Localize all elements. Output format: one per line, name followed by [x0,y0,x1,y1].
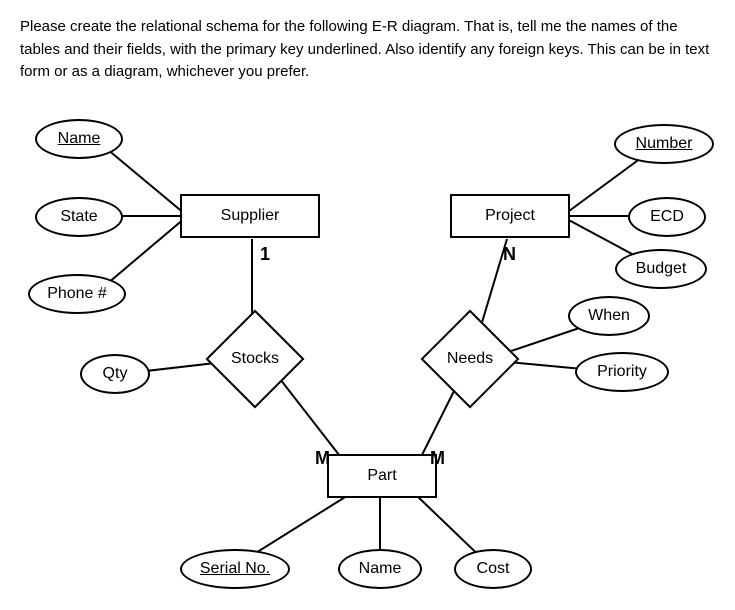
attr-supplier-phone-label: Phone # [47,285,107,303]
entity-part-label: Part [367,467,396,485]
attr-needs-priority-label: Priority [597,363,647,381]
attr-project-number: Number [614,124,714,164]
attr-supplier-name-label: Name [58,130,101,148]
attr-project-ecd: ECD [628,197,706,237]
attr-supplier-name: Name [35,119,123,159]
entity-project-label: Project [485,207,535,225]
attr-needs-priority: Priority [575,352,669,392]
entity-part: Part [327,454,437,498]
attr-supplier-state-label: State [60,208,97,226]
attr-stocks-qty-label: Qty [103,365,128,383]
relationship-needs-label: Needs [435,324,505,394]
attr-stocks-qty: Qty [80,354,150,394]
attr-part-cost-label: Cost [477,560,510,578]
attr-project-budget-label: Budget [636,260,687,278]
attr-needs-when-label: When [588,307,630,325]
attr-project-ecd-label: ECD [650,208,684,226]
instruction-text: Please create the relational schema for … [20,16,715,84]
cardinality-needs-project: N [503,244,516,265]
entity-project: Project [450,194,570,238]
entity-supplier-label: Supplier [221,207,280,225]
attr-part-name: Name [338,549,422,589]
er-diagram: Supplier Project Part Name State Phone #… [20,94,715,594]
attr-supplier-phone: Phone # [28,274,126,314]
attr-part-name-label: Name [359,560,402,578]
cardinality-needs-part: M [430,448,445,469]
relationship-stocks-label: Stocks [220,324,290,394]
cardinality-stocks-part: M [315,448,330,469]
edge-layer [20,94,715,594]
relationship-stocks: Stocks [220,324,290,394]
entity-supplier: Supplier [180,194,320,238]
attr-part-cost: Cost [454,549,532,589]
attr-project-budget: Budget [615,249,707,289]
attr-part-serial-label: Serial No. [200,560,270,578]
attr-part-serial: Serial No. [180,549,290,589]
attr-project-number-label: Number [636,135,693,153]
attr-supplier-state: State [35,197,123,237]
relationship-needs: Needs [435,324,505,394]
attr-needs-when: When [568,296,650,336]
cardinality-stocks-supplier: 1 [260,244,270,265]
